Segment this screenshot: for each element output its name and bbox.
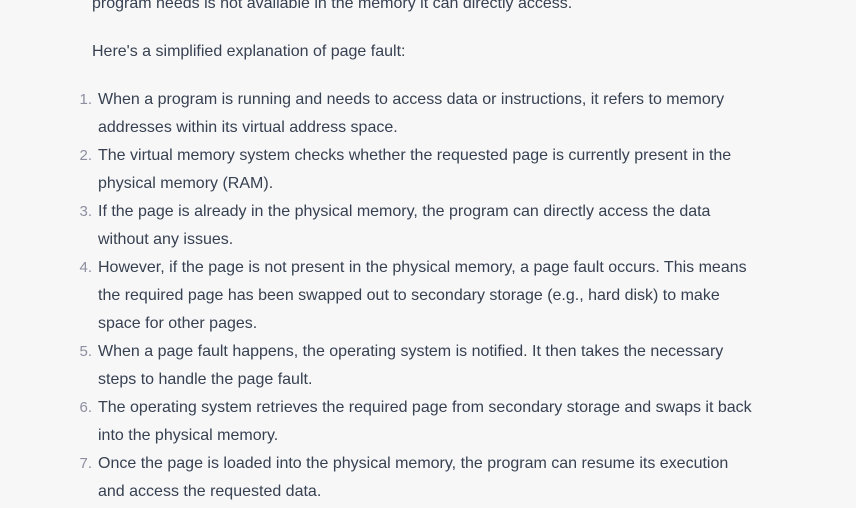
list-item: 5. When a page fault happens, the operat…	[79, 338, 752, 394]
list-item-text: If the page is already in the physical m…	[98, 203, 711, 248]
list-item: 2. The virtual memory system checks whet…	[79, 142, 752, 198]
assistant-message: program needs is not available in the me…	[79, 0, 752, 506]
list-item: 4. However, if the page is not present i…	[79, 254, 752, 338]
list-item: 7. Once the page is loaded into the phys…	[79, 450, 752, 506]
steps-list: 1. When a program is running and needs t…	[79, 86, 752, 506]
list-item: 3. If the page is already in the physica…	[79, 198, 752, 254]
list-number: 2.	[79, 147, 92, 164]
list-number: 3.	[79, 203, 92, 220]
list-number: 1.	[79, 91, 92, 108]
list-item-text: However, if the page is not present in t…	[98, 259, 747, 332]
list-item-text: The operating system retrieves the requi…	[98, 399, 752, 444]
list-number: 6.	[79, 399, 92, 416]
list-item: 1. When a program is running and needs t…	[79, 86, 752, 142]
list-item-text: Once the page is loaded into the physica…	[98, 455, 729, 500]
list-item-text: When a page fault happens, the operating…	[98, 343, 724, 388]
intro-tail-paragraph: program needs is not available in the me…	[92, 0, 573, 12]
list-item-text: The virtual memory system checks whether…	[98, 147, 732, 192]
list-number: 4.	[79, 259, 92, 276]
intro-paragraph: Here's a simplified explanation of page …	[92, 43, 406, 60]
list-item-text: When a program is running and needs to a…	[98, 91, 725, 136]
list-number: 5.	[79, 343, 92, 360]
list-item: 6. The operating system retrieves the re…	[79, 394, 752, 450]
list-number: 7.	[79, 455, 92, 472]
